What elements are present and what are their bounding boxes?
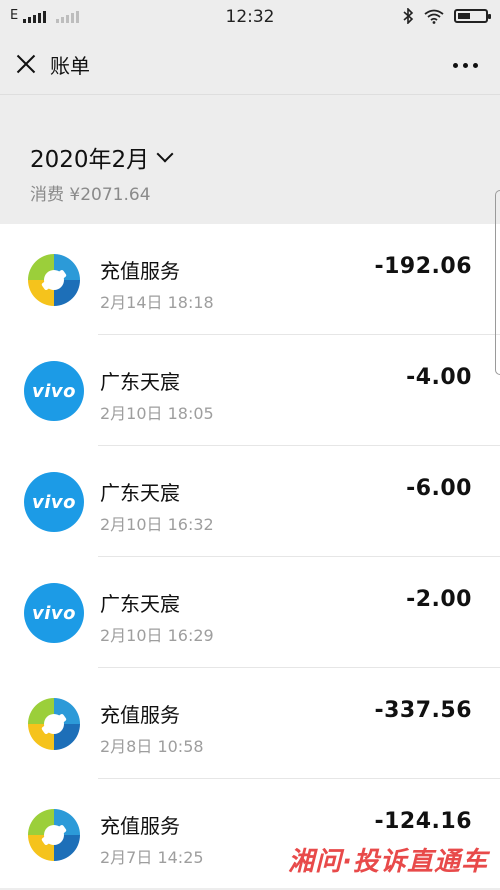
more-icon[interactable]	[453, 63, 478, 68]
transaction-time: 2月10日 18:05	[100, 404, 214, 423]
status-icons	[403, 8, 491, 24]
transaction-amount: -6.00	[406, 476, 472, 501]
transaction-amount: -337.56	[374, 698, 472, 723]
transaction-time: 2月14日 18:18	[100, 293, 214, 312]
transaction-row[interactable]: 充值服务 2月14日 18:18 -192.06	[0, 224, 500, 335]
recharge-icon	[24, 805, 84, 865]
vivo-icon: vivo	[24, 361, 84, 421]
merchant-name: 广东天宸	[100, 592, 180, 616]
close-icon[interactable]	[14, 52, 38, 76]
scroll-edge-handle[interactable]	[495, 190, 500, 375]
vivo-icon: vivo	[24, 472, 84, 532]
merchant-name: 充值服务	[100, 814, 180, 838]
transaction-amount: -124.16	[374, 809, 472, 834]
transaction-amount: -2.00	[406, 587, 472, 612]
transaction-amount: -4.00	[406, 365, 472, 390]
month-spend-total: 消费 ¥2071.64	[30, 185, 151, 205]
month-selector[interactable]: 2020年2月	[30, 140, 174, 174]
transaction-row[interactable]: vivo 广东天宸 2月10日 18:05 -4.00	[0, 335, 500, 446]
chevron-down-icon	[156, 145, 174, 163]
transaction-time: 2月10日 16:32	[100, 515, 214, 534]
transaction-time: 2月7日 14:25	[100, 848, 204, 867]
merchant-name: 充值服务	[100, 703, 180, 727]
vivo-icon: vivo	[24, 583, 84, 643]
month-header: 2020年2月 消费 ¥2071.64	[0, 118, 500, 224]
recharge-icon	[24, 250, 84, 310]
merchant-name: 广东天宸	[100, 370, 180, 394]
merchant-name: 充值服务	[100, 259, 180, 283]
transaction-row[interactable]: 充值服务 2月8日 10:58 -337.56	[0, 668, 500, 779]
transaction-time: 2月8日 10:58	[100, 737, 204, 756]
transaction-row[interactable]: vivo 广东天宸 2月10日 16:32 -6.00	[0, 446, 500, 557]
watermark-logo: 湘问·投诉直通车	[288, 847, 488, 877]
merchant-name: 广东天宸	[100, 481, 180, 505]
recharge-icon	[24, 694, 84, 754]
page-title: 账单	[50, 54, 90, 78]
transaction-amount: -192.06	[374, 254, 472, 279]
wifi-icon	[424, 9, 444, 24]
bluetooth-icon	[403, 8, 414, 24]
transaction-row[interactable]: vivo 广东天宸 2月10日 16:29 -2.00	[0, 557, 500, 668]
status-bar: E 12:32	[0, 0, 500, 34]
transaction-list: 充值服务 2月14日 18:18 -192.06 vivo 广东天宸 2月10日…	[0, 224, 500, 888]
transaction-time: 2月10日 16:29	[100, 626, 214, 645]
battery-icon	[454, 9, 491, 23]
nav-bar: 账单	[0, 34, 500, 95]
month-label: 2020年2月	[30, 147, 150, 173]
